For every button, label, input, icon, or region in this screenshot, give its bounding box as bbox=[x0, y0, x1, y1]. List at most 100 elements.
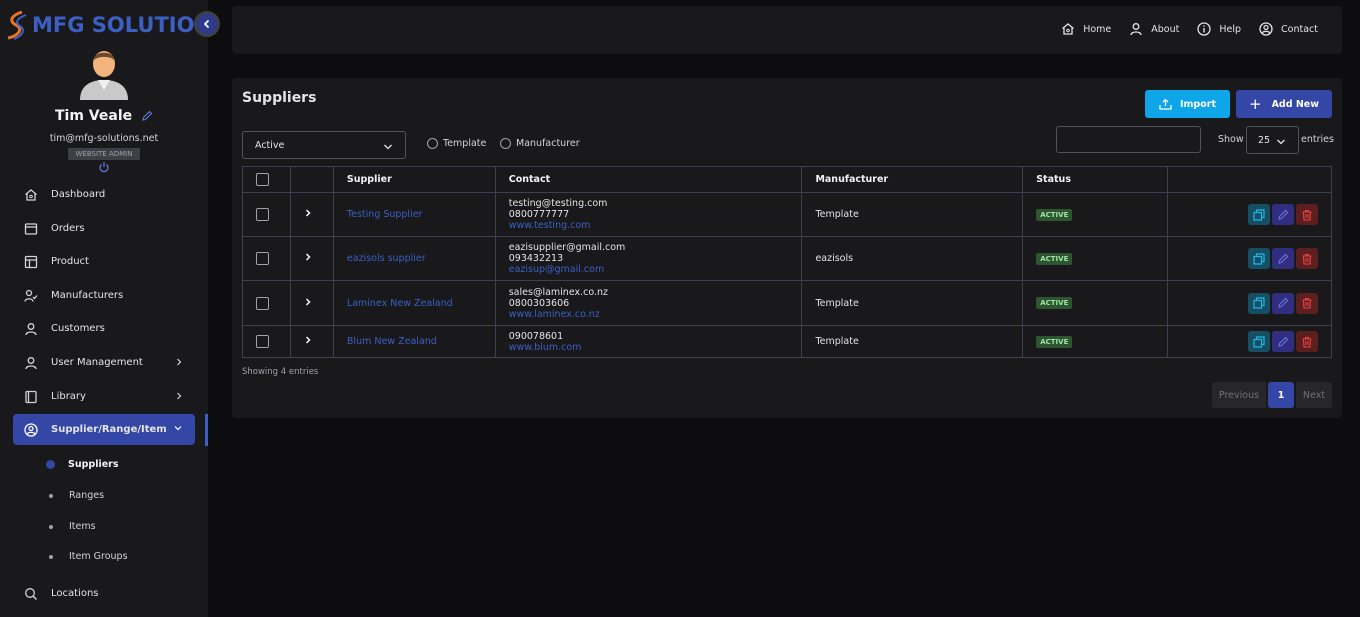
chevron-right-icon[interactable] bbox=[304, 208, 312, 218]
pencil-icon bbox=[1278, 209, 1289, 220]
edit-button[interactable] bbox=[1272, 331, 1294, 352]
copy-icon bbox=[1253, 297, 1265, 309]
chevron-right-icon[interactable] bbox=[304, 297, 312, 307]
contact-cell: eazisupplier@gmail.com 093432213 eazisup… bbox=[494, 236, 803, 281]
orders-icon bbox=[23, 221, 39, 237]
brand-logo[interactable]: MFG SOLUTION bbox=[4, 8, 212, 42]
edit-button[interactable] bbox=[1272, 292, 1294, 314]
actions-cell bbox=[1167, 236, 1332, 281]
pagination-next[interactable]: Next bbox=[1296, 382, 1332, 408]
duplicate-button[interactable] bbox=[1248, 292, 1270, 314]
add-new-button[interactable]: + Add New bbox=[1236, 90, 1332, 118]
chevron-right-icon[interactable] bbox=[304, 335, 312, 345]
sidebar-subitem-ranges[interactable]: Ranges bbox=[48, 490, 104, 501]
delete-button[interactable] bbox=[1296, 292, 1318, 314]
header-actions bbox=[1167, 166, 1332, 193]
contact-phone: 090078601 bbox=[508, 330, 564, 342]
search-input[interactable] bbox=[1056, 126, 1201, 153]
bullet-icon bbox=[49, 554, 53, 559]
header-status[interactable]: Status bbox=[1022, 166, 1169, 193]
duplicate-button[interactable] bbox=[1248, 204, 1270, 225]
chevron-right-icon bbox=[177, 358, 182, 366]
chevron-right-icon[interactable] bbox=[304, 252, 312, 262]
delete-button[interactable] bbox=[1296, 331, 1318, 352]
topnav-about[interactable]: About bbox=[1129, 22, 1179, 36]
status-badge: ACTIVE bbox=[1036, 297, 1073, 309]
row-checkbox[interactable] bbox=[256, 296, 269, 310]
sidebar-item-dashboard[interactable]: Dashboard bbox=[13, 179, 195, 210]
chevron-down-icon bbox=[1277, 139, 1285, 145]
delete-button[interactable] bbox=[1296, 248, 1318, 269]
import-button[interactable]: Import bbox=[1145, 90, 1230, 118]
sidebar-item-customers[interactable]: Customers bbox=[13, 313, 195, 344]
sidebar-subitem-items[interactable]: Items bbox=[48, 521, 96, 532]
topnav-home[interactable]: Home bbox=[1061, 22, 1111, 36]
status-cell: ACTIVE bbox=[1022, 280, 1169, 326]
radio-circle[interactable] bbox=[427, 138, 438, 149]
topnav-help[interactable]: Help bbox=[1197, 22, 1241, 36]
entries-label: entries bbox=[1301, 134, 1334, 145]
header-manufacturer[interactable]: Manufacturer bbox=[801, 166, 1024, 193]
row-checkbox[interactable] bbox=[256, 252, 269, 265]
contact-cell: testing@testing.com 0800777777 www.testi… bbox=[494, 192, 803, 237]
status-cell: ACTIVE bbox=[1022, 192, 1169, 237]
sidebar-item-orders[interactable]: Orders bbox=[13, 213, 195, 244]
pagination-previous[interactable]: Previous bbox=[1212, 382, 1266, 408]
sidebar-subitem-suppliers[interactable]: Suppliers bbox=[46, 459, 119, 470]
row-select-cell bbox=[242, 236, 291, 281]
header-contact[interactable]: Contact bbox=[494, 166, 803, 193]
contact-email: eazisupplier@gmail.com bbox=[508, 242, 626, 253]
table-header-row: Supplier Contact Manufacturer Status bbox=[242, 166, 1332, 193]
sidebar-item-library[interactable]: Library bbox=[13, 381, 195, 412]
sidebar-item-locations[interactable]: Locations bbox=[13, 578, 195, 609]
row-checkbox[interactable] bbox=[256, 335, 269, 348]
edit-button[interactable] bbox=[1272, 248, 1294, 269]
chevron-left-icon bbox=[203, 19, 210, 29]
chevron-down-icon bbox=[174, 426, 182, 431]
status-badge: ACTIVE bbox=[1036, 252, 1073, 265]
radio-template[interactable]: Template bbox=[427, 138, 486, 149]
page-size-select[interactable]: 25 bbox=[1246, 126, 1299, 154]
top-bar: Home About Help Contact bbox=[232, 6, 1342, 54]
sidebar-collapse-button[interactable] bbox=[194, 11, 220, 37]
chevron-right-icon bbox=[177, 392, 182, 400]
manufacturer-cell: Template bbox=[801, 192, 1024, 237]
status-filter-select[interactable]: Active bbox=[242, 131, 406, 159]
bullet-icon bbox=[49, 493, 53, 498]
row-checkbox[interactable] bbox=[256, 208, 269, 221]
sidebar-subitem-item-groups[interactable]: Item Groups bbox=[48, 551, 128, 562]
manufacturer-cell: eazisols bbox=[801, 236, 1024, 281]
header-supplier[interactable]: Supplier bbox=[332, 166, 496, 193]
supplier-name[interactable]: Testing Supplier bbox=[332, 192, 496, 237]
row-select-cell bbox=[242, 192, 291, 237]
supplier-name[interactable]: Blum New Zealand bbox=[332, 325, 496, 358]
sidebar-item-manufacturers[interactable]: Manufacturers bbox=[13, 280, 195, 311]
sidebar-item-supplier-range-item[interactable]: Supplier/Range/Item bbox=[13, 414, 195, 445]
table-row: Testing Supplier testing@testing.com 080… bbox=[242, 192, 1332, 237]
logout-power-icon[interactable] bbox=[98, 161, 110, 173]
page-title: Suppliers bbox=[242, 90, 317, 106]
contact-website[interactable]: www.laminex.co.nz bbox=[509, 309, 802, 320]
actions-cell bbox=[1167, 280, 1332, 326]
contact-website[interactable]: eazisup@gmail.com bbox=[509, 264, 802, 275]
contact-website[interactable]: www.testing.com bbox=[509, 220, 802, 231]
radio-manufacturer[interactable]: Manufacturer bbox=[500, 138, 580, 149]
radio-circle[interactable] bbox=[500, 138, 511, 149]
supplier-name[interactable]: eazisols supplier bbox=[332, 236, 496, 281]
delete-button[interactable] bbox=[1296, 204, 1318, 225]
duplicate-button[interactable] bbox=[1248, 331, 1270, 352]
sidebar-item-user-management[interactable]: User Management bbox=[13, 347, 195, 378]
sidebar-item-product[interactable]: Product bbox=[13, 246, 195, 277]
pagination-page-1[interactable]: 1 bbox=[1268, 382, 1294, 408]
contact-email: testing@testing.com bbox=[508, 198, 608, 209]
contact-phone: 0800303606 bbox=[508, 297, 570, 309]
edit-button[interactable] bbox=[1272, 204, 1294, 225]
supplier-name[interactable]: Laminex New Zealand bbox=[332, 280, 496, 326]
select-all-checkbox[interactable] bbox=[256, 173, 269, 186]
pencil-icon bbox=[1278, 297, 1289, 308]
contact-website[interactable]: www.blum.com bbox=[509, 342, 802, 353]
show-label: Show bbox=[1218, 134, 1244, 145]
duplicate-button[interactable] bbox=[1248, 248, 1270, 269]
edit-profile-icon[interactable] bbox=[141, 110, 153, 122]
topnav-contact[interactable]: Contact bbox=[1259, 22, 1318, 36]
